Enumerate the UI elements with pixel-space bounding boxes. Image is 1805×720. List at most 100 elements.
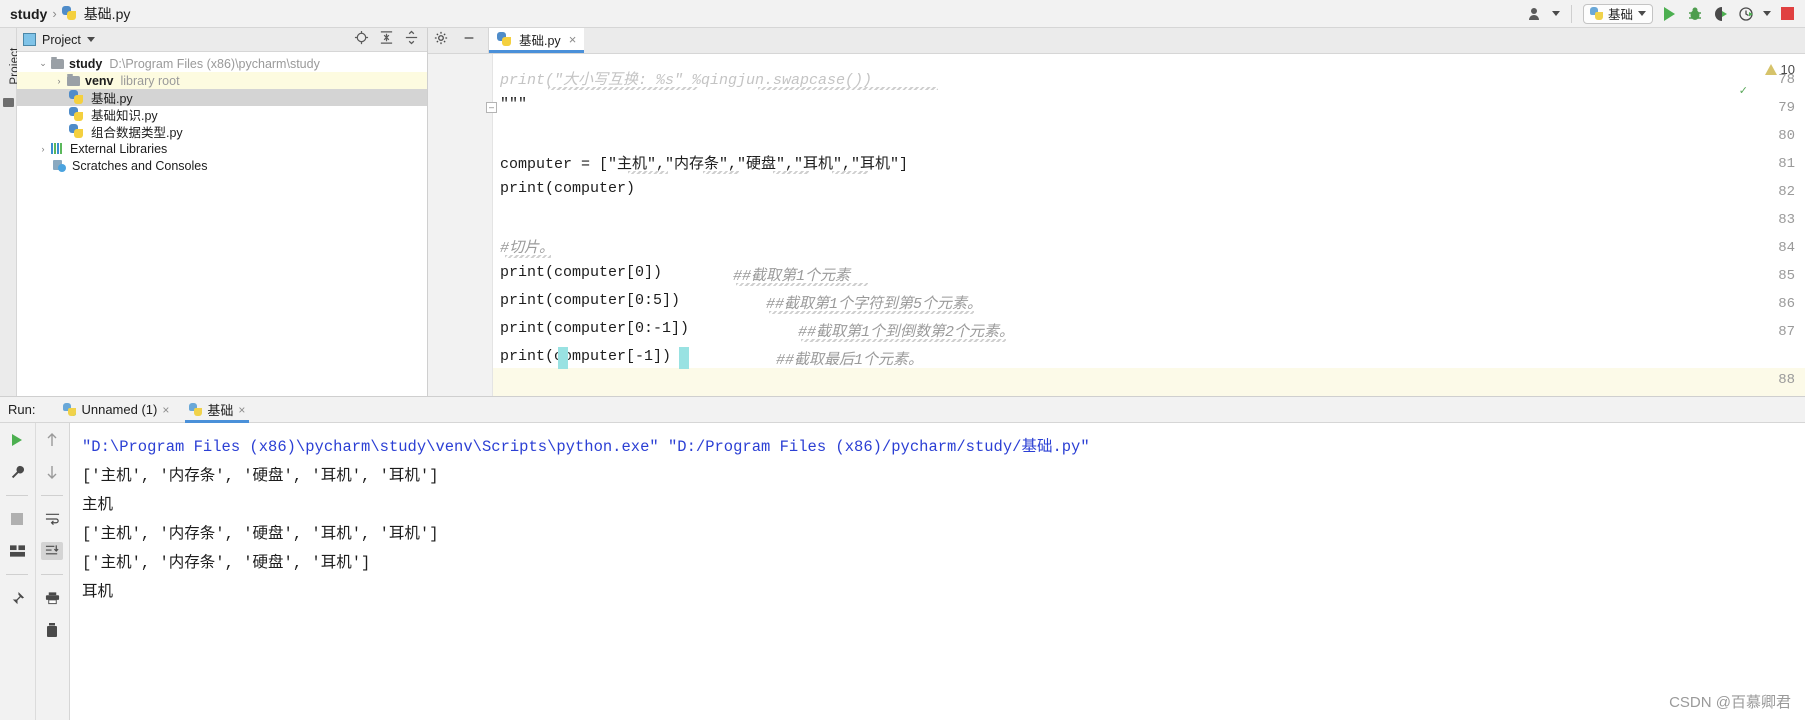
line-number: 82 [1778, 184, 1795, 200]
run-config-chevron-down-icon[interactable] [1638, 11, 1646, 16]
code-line-86: print(computer[0:5]) [500, 292, 680, 309]
rerun-icon[interactable] [6, 431, 28, 449]
toolbar-divider [1570, 4, 1572, 23]
code-fold-icon[interactable]: – [486, 102, 497, 113]
code-editor[interactable]: 78 79 80 81 82 83 84 85 86 87 88 – print… [428, 54, 1805, 396]
close-icon[interactable]: × [238, 403, 245, 417]
chevron-down-icon[interactable]: ⌄ [37, 58, 49, 69]
inspection-warning-badge[interactable]: 10 [1764, 62, 1795, 77]
warning-triangle-icon [1764, 64, 1777, 75]
tree-item-venv[interactable]: › venv library root [17, 72, 427, 89]
tree-item-external-libraries[interactable]: › External Libraries [17, 140, 427, 157]
tree-item-zuhe-py[interactable]: 组合数据类型.py [17, 123, 427, 140]
down-arrow-icon[interactable] [41, 463, 63, 481]
pin-icon[interactable] [6, 589, 28, 607]
breadcrumb-project[interactable]: study [10, 6, 47, 22]
run-tool-window: Run: Unnamed (1) × 基础 × "D:\Program File… [0, 396, 1805, 720]
warning-count: 10 [1780, 62, 1795, 77]
editor-tab-jichu-py[interactable]: 基础.py × [489, 28, 585, 53]
code-text: print(computer[-1]) [500, 348, 672, 365]
print-icon[interactable] [41, 589, 63, 607]
code-line-87: print(computer[0:-1]) [500, 320, 689, 337]
line-number: 85 [1778, 268, 1795, 284]
stop-icon[interactable] [6, 510, 28, 528]
debug-icon[interactable] [1685, 4, 1705, 24]
trash-icon[interactable] [41, 621, 63, 639]
python-run-icon [189, 403, 203, 416]
chevron-right-icon[interactable]: › [37, 144, 49, 154]
left-tool-strip: Project [0, 28, 21, 396]
profile-chevron-down-icon[interactable] [1763, 11, 1771, 16]
wrench-icon[interactable] [6, 463, 28, 481]
code-text: print(computer[0:-1]) [500, 320, 690, 337]
user-menu-chevron-down-icon[interactable] [1551, 11, 1560, 16]
spellcheck-squiggle [548, 87, 698, 90]
spellcheck-squiggle [769, 311, 974, 314]
console-line: ['主机', '内存条', '硬盘', '耳机', '耳机'] [82, 525, 439, 543]
chevron-right-icon[interactable]: › [53, 76, 65, 86]
line-number: 86 [1778, 296, 1795, 312]
tree-item-label: 组合数据类型.py [91, 126, 183, 140]
project-tree: ⌄ study D:\Program Files (x86)\pycharm\s… [17, 52, 427, 174]
run-tab-jichu[interactable]: 基础 × [179, 397, 255, 423]
python-file-icon [69, 90, 83, 105]
close-icon[interactable]: × [569, 32, 577, 47]
close-icon[interactable]: × [162, 403, 169, 417]
tree-item-jichu-py[interactable]: 基础.py [17, 89, 427, 106]
code-line-85: print(computer[0]) [500, 264, 662, 281]
run-side-toolbar [0, 423, 70, 720]
tree-item-label: Scratches and Consoles [72, 158, 208, 173]
run-tab-strip: Run: Unnamed (1) × 基础 × [0, 397, 1805, 423]
folder-icon [67, 73, 80, 86]
code-line-79: """ [500, 96, 528, 113]
python-file-icon [69, 124, 83, 139]
code-line-82: print(computer) [500, 180, 636, 197]
tree-item-jichuzhishi-py[interactable]: 基础知识.py [17, 106, 427, 123]
project-window-icon [23, 33, 36, 46]
tree-item-scratches-and-consoles[interactable]: Scratches and Consoles [17, 157, 427, 174]
minimize-icon[interactable] [462, 31, 476, 50]
breadcrumb-separator-icon: › [52, 6, 57, 21]
profile-icon[interactable] [1737, 4, 1757, 24]
console-line: 主机 [82, 496, 114, 514]
spellcheck-squiggle [628, 171, 668, 174]
spellcheck-squiggle [758, 87, 938, 90]
up-arrow-icon[interactable] [41, 431, 63, 449]
layout-icon[interactable] [6, 542, 28, 560]
project-view-chevron-down-icon[interactable] [86, 37, 95, 42]
structure-folder-icon[interactable] [3, 98, 14, 107]
target-icon[interactable] [354, 30, 369, 50]
user-icon[interactable] [1526, 4, 1546, 24]
run-actions-column-1 [0, 423, 35, 720]
collapse-all-icon[interactable] [379, 30, 394, 50]
run-icon[interactable] [1659, 4, 1679, 24]
run-tab-label: Unnamed (1) [81, 402, 158, 417]
settings-gear-icon[interactable] [434, 31, 448, 50]
run-console-output[interactable]: "D:\Program Files (x86)\pycharm\study\ve… [70, 423, 1805, 720]
expand-all-icon[interactable] [404, 30, 419, 50]
stop-icon[interactable] [1777, 4, 1797, 24]
line-number: 87 [1778, 324, 1795, 340]
pycharm-window: study › 基础.py 基础 Project Project ⌄ study… [0, 0, 1805, 720]
code-line-81: computer = ["主机","内存条","硬盘","耳机","耳机"] [500, 152, 908, 173]
python-file-icon [497, 31, 511, 47]
tree-item-study[interactable]: ⌄ study D:\Program Files (x86)\pycharm\s… [17, 55, 427, 72]
tree-item-label: External Libraries [70, 141, 168, 156]
code-comment-88: ##截取最后1个元素。 [776, 352, 924, 369]
editor-tab-actions [428, 28, 489, 53]
scratches-icon [53, 159, 66, 172]
editor-gutter[interactable] [428, 54, 493, 396]
editor-tab-label: 基础.py [519, 33, 561, 48]
run-configuration-selector[interactable]: 基础 [1582, 3, 1653, 24]
soft-wrap-icon[interactable] [41, 510, 63, 528]
project-panel-title: Project [42, 32, 81, 47]
line-number: 83 [1778, 212, 1795, 228]
breadcrumb: study › 基础.py [0, 4, 130, 24]
run-tab-unnamed[interactable]: Unnamed (1) × [53, 397, 179, 423]
breadcrumb-file[interactable]: 基础.py [84, 4, 131, 24]
scroll-to-end-icon[interactable] [41, 542, 64, 560]
console-line: ['主机', '内存条', '硬盘', '耳机', '耳机'] [82, 467, 439, 485]
inspection-ok-icon: ✓ [1738, 85, 1748, 97]
run-with-coverage-icon[interactable] [1711, 4, 1731, 24]
spellcheck-squiggle [505, 255, 551, 258]
